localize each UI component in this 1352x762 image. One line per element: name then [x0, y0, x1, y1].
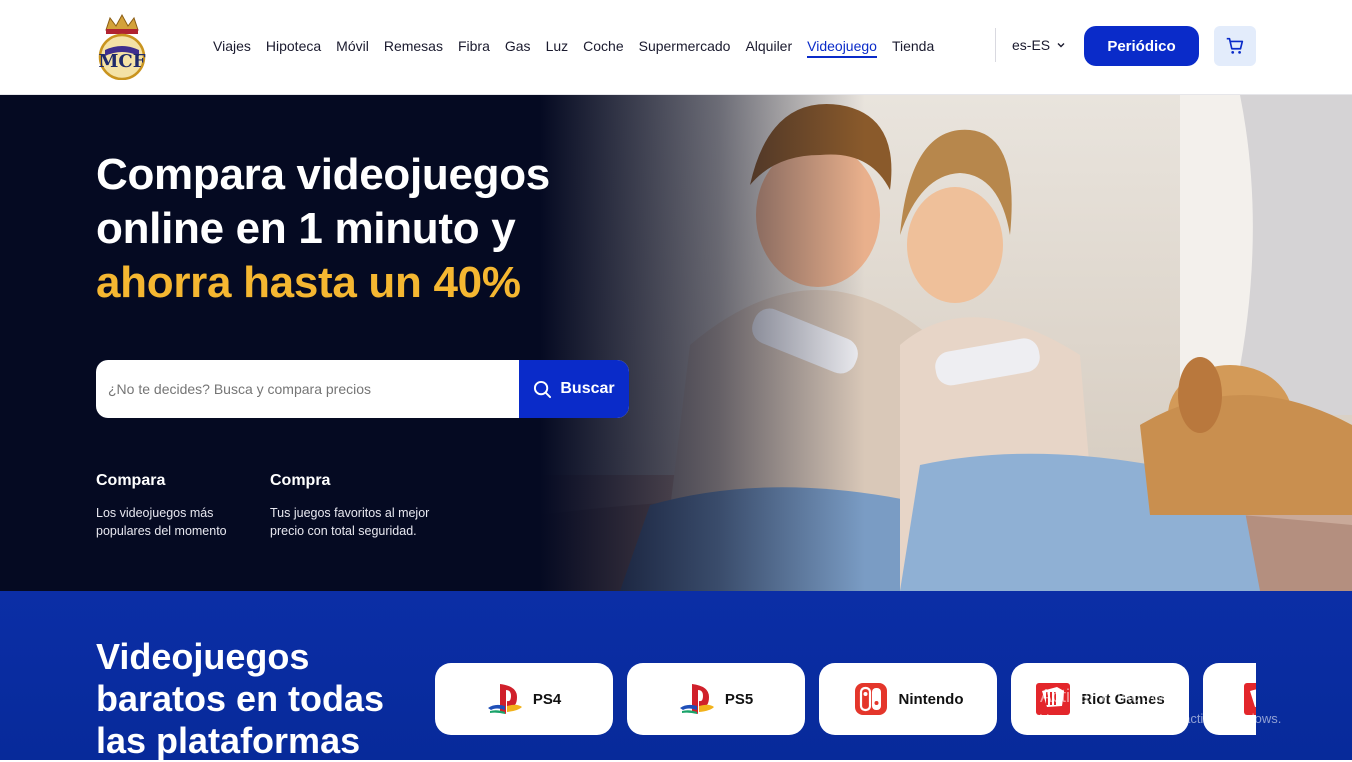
- platform-label: Nintendo: [898, 690, 964, 708]
- nintendo-switch-icon: [854, 683, 887, 715]
- hero-title-line1: Compara videojuegos: [96, 150, 550, 199]
- svg-text:MCF: MCF: [98, 51, 145, 72]
- search-bar: Buscar: [96, 360, 629, 418]
- playstation-icon: [679, 684, 714, 714]
- platform-card-nintendo[interactable]: Nintendo: [819, 663, 997, 735]
- nav-item-coche[interactable]: Coche: [583, 36, 623, 58]
- playstation-icon: [487, 684, 522, 714]
- windows-activation-subtext: Ve a Configuración para activar Windows.: [1040, 711, 1282, 726]
- platform-label: PS5: [724, 690, 754, 708]
- search-icon: [534, 380, 552, 398]
- nav-divider: [995, 28, 996, 62]
- language-selector[interactable]: es-ES: [1012, 37, 1066, 53]
- feature-title: Compara: [96, 472, 166, 489]
- windows-activation-watermark: Activar Windows: [1040, 686, 1174, 706]
- feature-text: Tus juegos favoritos al mejor precio con…: [270, 506, 430, 538]
- hero-title: Compara videojuegos online en 1 minuto y…: [96, 148, 636, 310]
- real-madrid-crest-logo[interactable]: MCF: [96, 12, 148, 81]
- nav-item-alquiler[interactable]: Alquiler: [745, 36, 792, 58]
- platform-card-ps4[interactable]: PS4: [435, 663, 613, 735]
- feature-compra: Compra Tus juegos favoritos al mejor pre…: [270, 472, 440, 540]
- nav-item-viajes[interactable]: Viajes: [213, 36, 251, 58]
- nav-item-supermercado[interactable]: Supermercado: [639, 36, 731, 58]
- nav-item-tienda[interactable]: Tienda: [892, 36, 934, 58]
- search-button[interactable]: Buscar: [519, 360, 629, 418]
- nav-item-fibra[interactable]: Fibra: [458, 36, 490, 58]
- hero-photo-couple-gaming: [540, 95, 1352, 591]
- search-input[interactable]: [96, 360, 519, 418]
- nav-item-videojuego[interactable]: Videojuego: [807, 36, 877, 58]
- platforms-title: Videojuegos baratos en todas las platafo…: [96, 636, 385, 761]
- periodico-button[interactable]: Periódico: [1084, 26, 1199, 66]
- nav-item-remesas[interactable]: Remesas: [384, 36, 443, 58]
- platforms-section: Videojuegos baratos en todas las platafo…: [0, 591, 1352, 761]
- main-nav: Viajes Hipoteca Móvil Remesas Fibra Gas …: [213, 36, 949, 58]
- nav-item-movil[interactable]: Móvil: [336, 36, 369, 58]
- hero-section: Compara videojuegos online en 1 minuto y…: [0, 95, 1352, 591]
- hero-title-highlight: ahorra hasta un 40%: [96, 258, 521, 307]
- platform-label: PS4: [532, 690, 562, 708]
- search-button-label: Buscar: [560, 380, 615, 397]
- platform-card-ps5[interactable]: PS5: [627, 663, 805, 735]
- nav-item-gas[interactable]: Gas: [505, 36, 531, 58]
- site-header: MCF Viajes Hipoteca Móvil Remesas Fibra …: [0, 0, 1352, 95]
- cart-icon: [1226, 37, 1244, 54]
- feature-title: Compra: [270, 472, 331, 489]
- feature-compara: Compara Los videojuegos más populares de…: [96, 472, 266, 540]
- chevron-down-icon: [1057, 43, 1065, 48]
- language-label: es-ES: [1012, 37, 1051, 53]
- nav-item-hipoteca[interactable]: Hipoteca: [266, 36, 321, 58]
- nav-item-luz[interactable]: Luz: [546, 36, 569, 58]
- hero-title-line2: online en 1 minuto y: [96, 204, 516, 253]
- feature-text: Los videojuegos más populares del moment…: [96, 506, 227, 538]
- cart-button[interactable]: [1214, 26, 1256, 66]
